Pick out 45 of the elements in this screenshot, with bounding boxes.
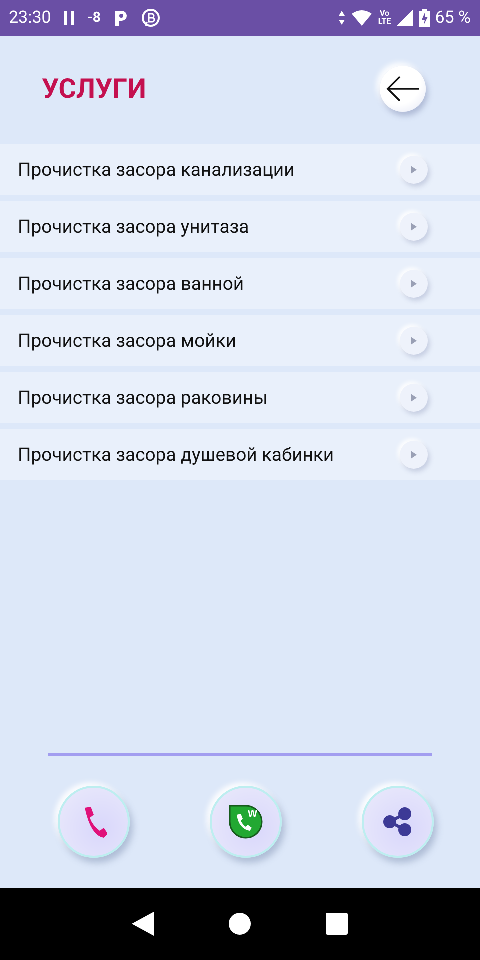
play-icon: [411, 222, 417, 230]
chevron-button[interactable]: [400, 440, 428, 468]
chevron-button[interactable]: [400, 270, 428, 298]
play-icon: [411, 394, 417, 402]
wifi-icon: [351, 10, 374, 26]
service-label: Прочистка засора унитаза: [18, 216, 250, 238]
back-arrow-icon: [386, 76, 420, 102]
back-button[interactable]: [380, 66, 426, 112]
play-icon: [411, 166, 417, 174]
service-item[interactable]: Прочистка засора мойки: [0, 315, 480, 366]
service-item[interactable]: Прочистка засора унитаза: [0, 201, 480, 252]
parking-icon: [112, 9, 129, 27]
play-icon: [411, 450, 417, 458]
play-icon: [411, 280, 417, 288]
service-item[interactable]: Прочистка засора душевой кабинки: [0, 429, 480, 480]
service-label: Прочистка засора мойки: [18, 330, 236, 352]
service-item[interactable]: Прочистка засора канализации: [0, 144, 480, 195]
volte-text: Vo LTE: [378, 10, 392, 26]
service-label: Прочистка засора душевой кабинки: [18, 444, 334, 466]
chevron-button[interactable]: [400, 384, 428, 412]
chevron-button[interactable]: [400, 156, 428, 184]
play-icon: [411, 336, 417, 344]
home-nav-icon[interactable]: [228, 913, 251, 935]
chat-bubble-icon: [140, 8, 161, 28]
service-label: Прочистка засора ванной: [18, 272, 244, 294]
data-arrows-icon: [338, 10, 346, 26]
back-nav-icon[interactable]: [132, 912, 154, 936]
service-label: Прочистка засора раковины: [18, 386, 268, 408]
chevron-button[interactable]: [400, 326, 428, 354]
chevron-button[interactable]: [400, 212, 428, 240]
notification-text: -8: [87, 10, 101, 26]
page-title: УСЛУГИ: [42, 73, 146, 105]
signal-icon: [396, 9, 414, 27]
pause-icon: [63, 10, 76, 26]
battery-charging-icon: [419, 9, 430, 27]
recents-nav-icon[interactable]: [326, 913, 348, 935]
service-item[interactable]: Прочистка засора ванной: [0, 258, 480, 309]
service-label: Прочистка засора канализации: [18, 158, 295, 180]
battery-percent: 65 %: [435, 8, 471, 28]
share-icon: [383, 807, 413, 837]
messenger-logo: W: [229, 805, 263, 839]
clock: 23:30: [9, 8, 52, 28]
service-item[interactable]: Прочистка засора раковины: [0, 372, 480, 423]
share-button[interactable]: [362, 786, 434, 858]
call-button[interactable]: [58, 786, 130, 858]
